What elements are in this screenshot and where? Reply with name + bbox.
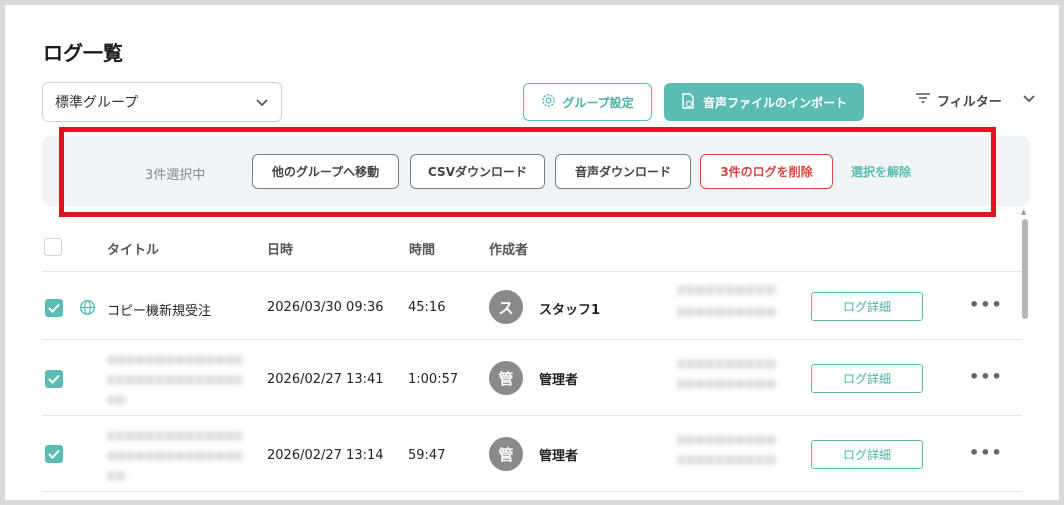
row-title: コピー機新規受注 xyxy=(107,304,212,319)
globe-icon xyxy=(79,299,96,320)
more-options-icon[interactable]: ••• xyxy=(969,443,1003,462)
redacted-text xyxy=(677,379,777,389)
redacted-text xyxy=(677,359,777,369)
redacted-title xyxy=(107,471,127,481)
row-checkbox[interactable] xyxy=(45,445,63,463)
redacted-text xyxy=(677,307,777,317)
chevron-down-icon xyxy=(255,95,269,113)
table-row[interactable]: コピー機新規受注 2026/03/30 09:36 45:16 ス スタッフ1 … xyxy=(5,271,1059,339)
import-audio-button[interactable]: 音声ファイルのインポート xyxy=(664,83,864,121)
redacted-title xyxy=(107,431,242,441)
import-audio-label: 音声ファイルのインポート xyxy=(702,95,847,110)
redacted-title xyxy=(107,355,242,365)
row-checkbox[interactable] xyxy=(45,299,63,317)
group-select-value: 標準グループ xyxy=(55,95,139,111)
app-window: ログ一覧 標準グループ グループ設定 音声ファイルのインポート フィルター 3件… xyxy=(5,5,1059,500)
table-row[interactable]: 2026/02/27 13:14 59:47 管 管理者 ログ詳細 ••• xyxy=(5,415,1059,491)
filter-toggle[interactable]: フィルター xyxy=(915,89,1036,111)
gear-icon xyxy=(541,93,556,111)
more-options-icon[interactable]: ••• xyxy=(969,295,1003,314)
avatar: 管 xyxy=(489,437,523,471)
more-options-icon[interactable]: ••• xyxy=(969,367,1003,386)
row-duration: 1:00:57 xyxy=(408,372,459,387)
table-row[interactable]: 2026/02/27 13:41 1:00:57 管 管理者 ログ詳細 ••• xyxy=(5,339,1059,415)
redacted-text xyxy=(677,435,777,445)
row-creator: 管理者 xyxy=(539,373,579,388)
redacted-text xyxy=(677,285,777,295)
row-datetime: 2026/03/30 09:36 xyxy=(267,300,384,315)
row-datetime: 2026/02/27 13:41 xyxy=(267,372,384,387)
row-duration: 59:47 xyxy=(408,448,446,463)
avatar: 管 xyxy=(489,361,523,395)
table-header: タイトル 日時 時間 作成者 xyxy=(42,235,1022,271)
chevron-down-icon xyxy=(1022,91,1036,109)
vertical-scrollbar[interactable] xyxy=(1022,219,1028,319)
divider xyxy=(42,491,1022,492)
scroll-up-arrow-icon[interactable]: ▲ xyxy=(1021,208,1026,216)
group-settings-label: グループ設定 xyxy=(562,95,634,110)
log-detail-button[interactable]: ログ詳細 xyxy=(811,440,923,469)
header-datetime: 日時 xyxy=(267,243,294,258)
page-title: ログ一覧 xyxy=(43,41,123,65)
row-creator: 管理者 xyxy=(539,449,579,464)
header-title: タイトル xyxy=(107,243,160,258)
log-detail-button[interactable]: ログ詳細 xyxy=(811,364,923,393)
group-select[interactable]: 標準グループ xyxy=(42,82,282,122)
filter-icon xyxy=(915,92,931,108)
redacted-title xyxy=(107,395,127,405)
redacted-title xyxy=(107,375,242,385)
header-duration: 時間 xyxy=(409,243,436,258)
row-datetime: 2026/02/27 13:14 xyxy=(267,448,384,463)
header-creator: 作成者 xyxy=(489,243,529,258)
redacted-title xyxy=(107,451,242,461)
redacted-text xyxy=(677,455,777,465)
file-import-icon xyxy=(681,92,695,112)
highlight-annotation xyxy=(59,127,996,217)
log-detail-button[interactable]: ログ詳細 xyxy=(811,292,923,321)
row-creator: スタッフ1 xyxy=(539,303,601,318)
group-settings-button[interactable]: グループ設定 xyxy=(523,83,652,121)
select-all-checkbox[interactable] xyxy=(44,238,62,256)
row-duration: 45:16 xyxy=(408,300,446,315)
filter-label: フィルター xyxy=(937,94,1002,110)
avatar: ス xyxy=(489,290,523,324)
row-checkbox[interactable] xyxy=(45,370,63,388)
